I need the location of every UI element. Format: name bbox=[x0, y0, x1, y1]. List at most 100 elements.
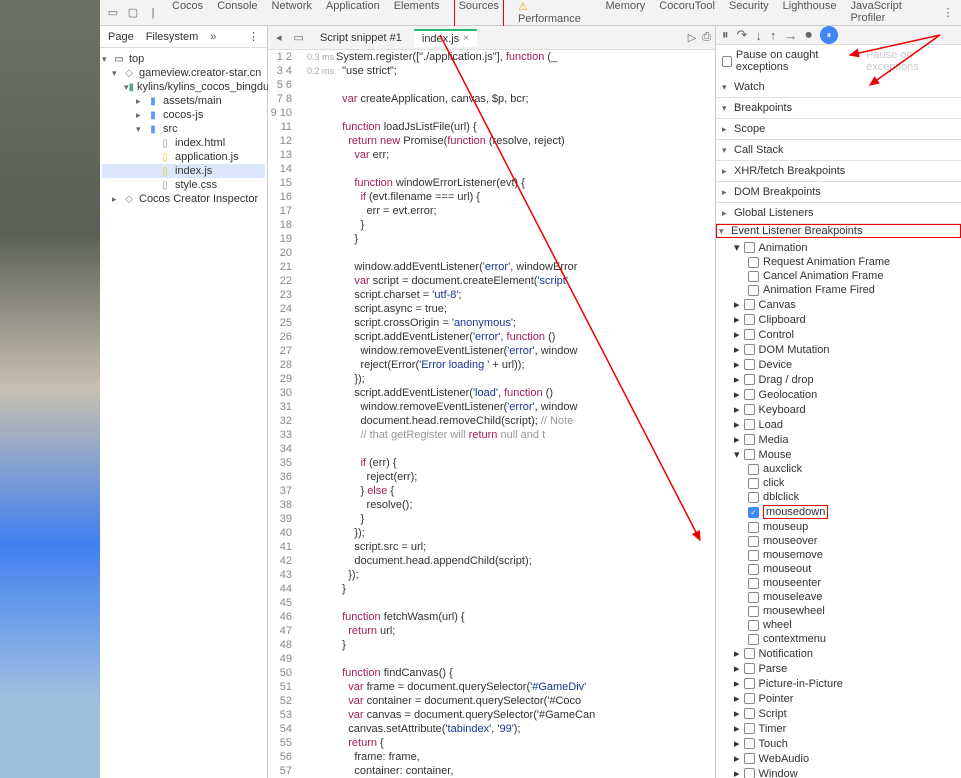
checkbox[interactable] bbox=[744, 648, 755, 659]
event-item-load[interactable]: ▸Load bbox=[734, 417, 961, 432]
devtools-tab-security[interactable]: Security bbox=[729, 0, 769, 27]
callstack-section[interactable]: ▾Call Stack bbox=[716, 140, 961, 160]
event-item-webaudio[interactable]: ▸WebAudio bbox=[734, 751, 961, 766]
pause-exceptions-button[interactable]: ⏸ bbox=[820, 26, 838, 44]
checkbox[interactable] bbox=[744, 389, 755, 400]
step-out-icon[interactable]: ↑ bbox=[770, 28, 777, 43]
checkbox[interactable] bbox=[744, 314, 755, 325]
checkbox[interactable] bbox=[748, 564, 759, 575]
event-item-mousemove[interactable]: mousemove bbox=[734, 548, 961, 562]
breakpoints-section[interactable]: ▾Breakpoints bbox=[716, 98, 961, 118]
expand-icon[interactable]: ▸ bbox=[734, 752, 740, 765]
xhr-section[interactable]: ▸XHR/fetch Breakpoints bbox=[716, 161, 961, 181]
event-item-mouseup[interactable]: mouseup bbox=[734, 520, 961, 534]
event-item-touch[interactable]: ▸Touch bbox=[734, 736, 961, 751]
event-item-control[interactable]: ▸Control bbox=[734, 327, 961, 342]
expand-icon[interactable]: ▸ bbox=[734, 328, 740, 341]
expand-icon[interactable]: ▸ bbox=[734, 358, 740, 371]
checkbox[interactable] bbox=[744, 738, 755, 749]
expand-icon[interactable]: ▸ bbox=[734, 388, 740, 401]
checkbox[interactable] bbox=[744, 693, 755, 704]
event-item-keyboard[interactable]: ▸Keyboard bbox=[734, 402, 961, 417]
tree-file[interactable]: ▯style.css bbox=[102, 178, 265, 192]
event-item-dblclick[interactable]: dblclick bbox=[734, 490, 961, 504]
checkbox[interactable] bbox=[748, 257, 759, 268]
event-item-cancel-animation-frame[interactable]: Cancel Animation Frame bbox=[734, 269, 961, 283]
event-item-window[interactable]: ▸Window bbox=[734, 766, 961, 778]
devtools-tab-sources[interactable]: Sources bbox=[454, 0, 504, 27]
tree-file-selected[interactable]: ▯index.js bbox=[102, 164, 265, 178]
tree-inspector[interactable]: ▸◇Cocos Creator Inspector bbox=[102, 192, 265, 206]
deactivate-icon[interactable]: ⏺ bbox=[805, 27, 812, 43]
device-icon[interactable]: ▢ bbox=[124, 4, 142, 22]
expand-icon[interactable]: ▸ bbox=[734, 662, 740, 675]
step-over-icon[interactable]: ↷ bbox=[737, 27, 748, 43]
devtools-tab-lighthouse[interactable]: Lighthouse bbox=[783, 0, 837, 27]
checkbox[interactable] bbox=[748, 285, 759, 296]
checkbox[interactable] bbox=[744, 374, 755, 385]
checkbox[interactable] bbox=[748, 634, 759, 645]
checkbox[interactable] bbox=[744, 299, 755, 310]
pause-caught-row[interactable]: Pause on caught exceptions Pause on exce… bbox=[716, 45, 961, 77]
global-section[interactable]: ▸Global Listeners bbox=[716, 203, 961, 223]
editor-tab[interactable]: Script snippet #1 bbox=[312, 30, 410, 46]
expand-icon[interactable]: ▸ bbox=[734, 692, 740, 705]
format-icon[interactable]: ⎙ bbox=[702, 31, 711, 44]
expand-icon[interactable]: ▸ bbox=[734, 298, 740, 311]
event-item-mouseenter[interactable]: mouseenter bbox=[734, 576, 961, 590]
expand-icon[interactable]: ▸ bbox=[734, 403, 740, 416]
event-item-canvas[interactable]: ▸Canvas bbox=[734, 297, 961, 312]
event-item-mouseleave[interactable]: mouseleave bbox=[734, 590, 961, 604]
event-item-animation-frame-fired[interactable]: Animation Frame Fired bbox=[734, 283, 961, 297]
filesystem-tab[interactable]: Filesystem bbox=[146, 31, 199, 43]
event-item-device[interactable]: ▸Device bbox=[734, 357, 961, 372]
watch-section[interactable]: ▾Watch bbox=[716, 77, 961, 97]
nav-back-icon[interactable]: ◂ bbox=[272, 31, 286, 44]
checkbox[interactable]: ✓ bbox=[748, 507, 759, 518]
expand-icon[interactable]: ▸ bbox=[734, 722, 740, 735]
devtools-tab-memory[interactable]: Memory bbox=[606, 0, 646, 27]
checkbox[interactable] bbox=[744, 449, 755, 460]
event-item-click[interactable]: click bbox=[734, 476, 961, 490]
tree-folder[interactable]: ▸▮cocos-js bbox=[102, 108, 265, 122]
checkbox[interactable] bbox=[748, 492, 759, 503]
checkbox[interactable] bbox=[744, 404, 755, 415]
event-item-clipboard[interactable]: ▸Clipboard bbox=[734, 312, 961, 327]
checkbox[interactable] bbox=[722, 56, 732, 67]
event-item-contextmenu[interactable]: contextmenu bbox=[734, 632, 961, 646]
dom-section[interactable]: ▸DOM Breakpoints bbox=[716, 182, 961, 202]
event-item-auxclick[interactable]: auxclick bbox=[734, 462, 961, 476]
step-into-icon[interactable]: ↓ bbox=[755, 28, 762, 43]
expand-icon[interactable]: ▸ bbox=[734, 767, 740, 778]
checkbox[interactable] bbox=[748, 478, 759, 489]
checkbox[interactable] bbox=[744, 329, 755, 340]
tree-path[interactable]: ▾▮kylins/kylins_cocos_bingdund bbox=[102, 80, 265, 94]
event-item-media[interactable]: ▸Media bbox=[734, 432, 961, 447]
tree-file[interactable]: ▯application.js bbox=[102, 150, 265, 164]
run-icon[interactable]: ▷ bbox=[688, 31, 696, 44]
inspect-icon[interactable]: ▭ bbox=[104, 4, 122, 22]
checkbox[interactable] bbox=[748, 536, 759, 547]
navigator-menu-icon[interactable]: ⋮ bbox=[248, 30, 259, 43]
tree-top[interactable]: ▾▭top bbox=[102, 52, 265, 66]
checkbox[interactable] bbox=[744, 344, 755, 355]
event-item-notification[interactable]: ▸Notification bbox=[734, 646, 961, 661]
expand-icon[interactable]: ▾ bbox=[734, 448, 740, 461]
navigator-more-icon[interactable]: » bbox=[210, 31, 216, 43]
code-content[interactable]: System.register(["./application.js"], fu… bbox=[336, 50, 715, 778]
event-item-parse[interactable]: ▸Parse bbox=[734, 661, 961, 676]
event-item-mousedown[interactable]: ✓mousedown bbox=[734, 504, 961, 520]
tree-folder[interactable]: ▾▮src bbox=[102, 122, 265, 136]
event-item-wheel[interactable]: wheel bbox=[734, 618, 961, 632]
devtools-tab-network[interactable]: Network bbox=[272, 0, 312, 27]
editor-tab-active[interactable]: index.js× bbox=[414, 29, 477, 47]
event-item-mousewheel[interactable]: mousewheel bbox=[734, 604, 961, 618]
checkbox[interactable] bbox=[744, 242, 755, 253]
expand-icon[interactable]: ▸ bbox=[734, 647, 740, 660]
devtools-tab-javascript-profiler[interactable]: JavaScript Profiler bbox=[850, 0, 937, 27]
event-item-request-animation-frame[interactable]: Request Animation Frame bbox=[734, 255, 961, 269]
checkbox[interactable] bbox=[744, 708, 755, 719]
devtools-tab-cocorutool[interactable]: CocoruTool bbox=[659, 0, 715, 27]
event-item-mouse[interactable]: ▾Mouse bbox=[734, 447, 961, 462]
devtools-tab-application[interactable]: Application bbox=[326, 0, 380, 27]
